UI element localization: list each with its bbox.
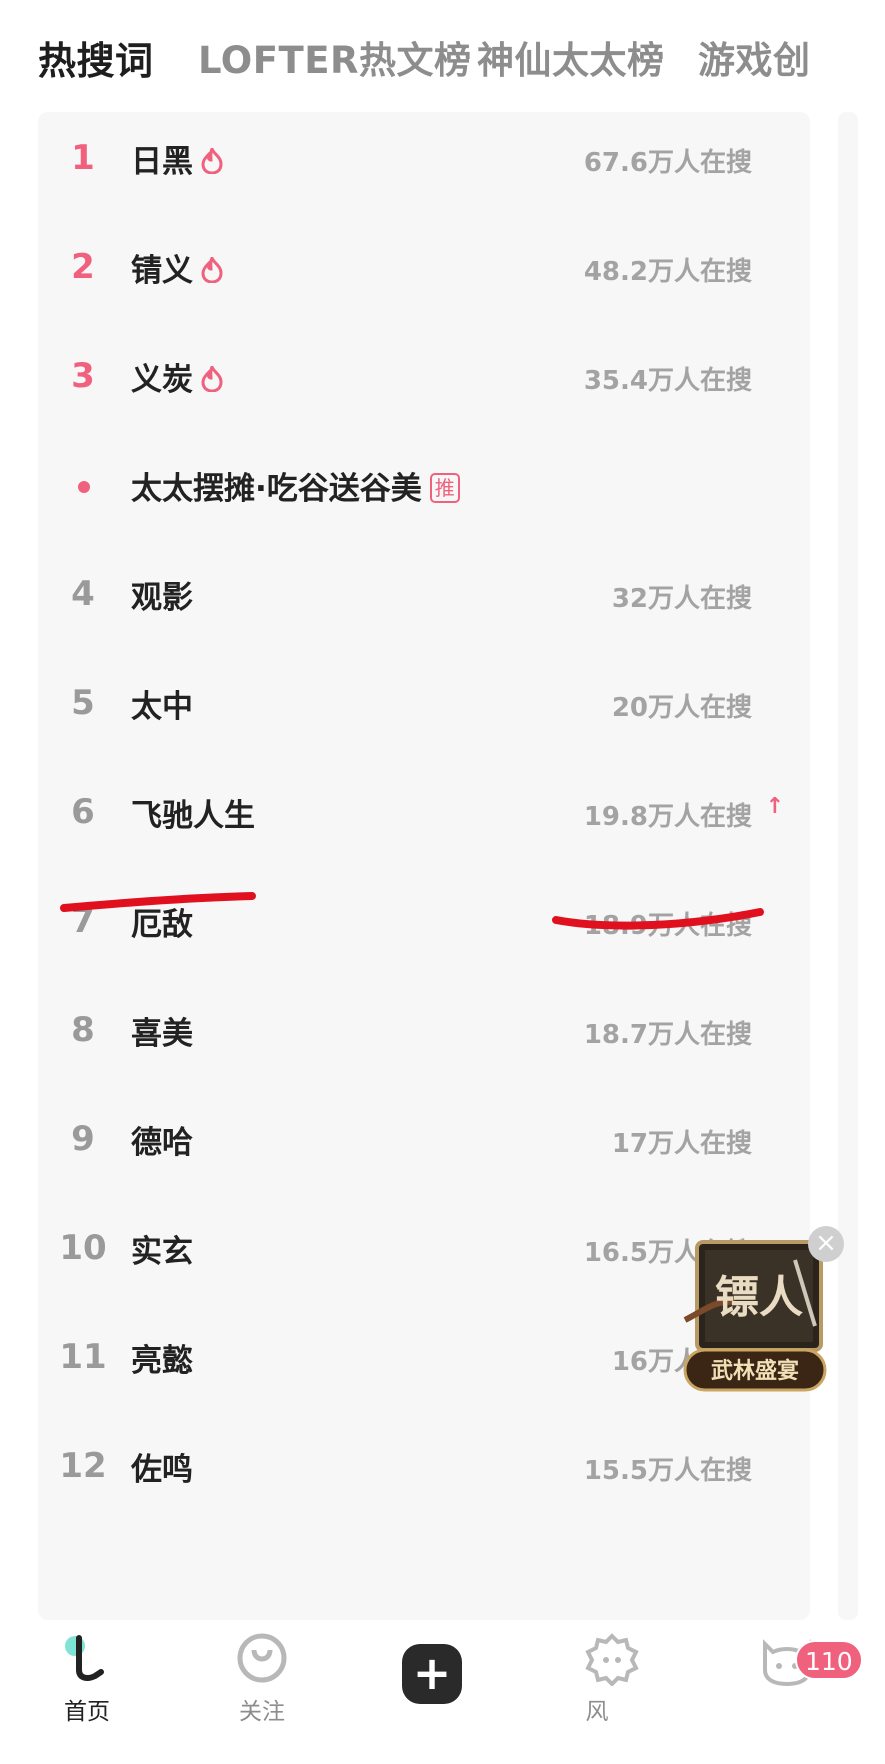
bottom-nav: 首页 关注 + 风 110 [0, 1620, 885, 1764]
close-icon[interactable]: × [808, 1226, 844, 1262]
search-count: 35.4万人在搜 [583, 366, 752, 396]
svg-text:武林盛宴: 武林盛宴 [711, 1358, 799, 1384]
search-term: 实玄 [131, 1234, 193, 1270]
notification-badge: 110 [795, 1640, 863, 1680]
search-count: 15.5万人在搜 [583, 1456, 752, 1486]
list-item[interactable]: 2 锖义 48.2万人在搜 [38, 221, 810, 343]
nav-home-label: 首页 [64, 1699, 110, 1725]
follow-icon [237, 1633, 287, 1683]
search-term: 日黑 [131, 136, 223, 181]
search-count: 17万人在搜 [611, 1129, 752, 1159]
home-icon [65, 1635, 104, 1681]
red-underline-annotation-right [552, 908, 764, 930]
list-item[interactable]: 4 观影 32万人在搜 [38, 548, 810, 670]
nav-explore[interactable]: 风 [552, 1630, 672, 1726]
nav-home[interactable]: 首页 [27, 1630, 147, 1726]
rank-number: 1 [71, 138, 95, 178]
search-count: 19.8万人在搜 [583, 802, 752, 832]
search-term: 飞驰人生 [131, 798, 255, 834]
tab-hot-search[interactable]: 热搜词 [38, 30, 154, 85]
search-term: 锖义 [131, 245, 223, 290]
trend-up-icon: ↑ [765, 794, 784, 819]
svg-text:镖人: 镖人 [715, 1272, 803, 1323]
nav-follow-label: 关注 [239, 1699, 285, 1725]
search-term: 喜美 [131, 1016, 193, 1052]
rank-number: 6 [71, 792, 95, 832]
list-item[interactable]: 6 飞驰人生 19.8万人在搜 ↑ [38, 766, 810, 888]
rank-number: 11 [59, 1337, 107, 1377]
rank-number: 2 [71, 247, 95, 287]
tab-game-creation[interactable]: 游戏创 [698, 30, 811, 84]
tab-shenxian-taitai[interactable]: 神仙太太榜 [477, 30, 665, 84]
recommend-tag: 推 [429, 472, 460, 503]
floating-promo-banner[interactable]: 镖人 武林盛宴 [675, 1230, 835, 1400]
nav-follow[interactable]: 关注 [202, 1630, 322, 1726]
fire-icon [201, 256, 223, 283]
fire-icon [201, 365, 223, 392]
search-count: 20万人在搜 [611, 693, 752, 723]
red-underline-annotation-left [60, 892, 256, 912]
rank-number: 9 [71, 1119, 95, 1159]
search-term: 太太摆摊·吃谷送谷美推 [131, 463, 460, 508]
fire-icon [201, 147, 223, 174]
promo-artwork-icon: 镖人 武林盛宴 [683, 1240, 827, 1392]
list-item[interactable]: 8 喜美 18.7万人在搜 [38, 984, 810, 1106]
rank-number: 10 [59, 1228, 107, 1268]
search-count: 32万人在搜 [611, 584, 752, 614]
search-count: 18.7万人在搜 [583, 1020, 752, 1050]
rank-number: 5 [71, 683, 95, 723]
rank-number: 3 [71, 356, 95, 396]
top-tab-bar: 热搜词 LOFTER热文榜 神仙太太榜 游戏创 [0, 0, 885, 112]
search-term: 德哈 [131, 1125, 193, 1161]
search-term: 亮懿 [131, 1343, 193, 1379]
explore-icon [585, 1633, 639, 1686]
rank-number: 8 [71, 1010, 95, 1050]
next-page-edge [838, 112, 858, 1620]
list-item[interactable]: 5 太中 20万人在搜 [38, 657, 810, 779]
rank-number: 4 [71, 574, 95, 614]
promoted-dot-icon [78, 481, 90, 493]
list-item[interactable]: 9 德哈 17万人在搜 [38, 1093, 810, 1215]
search-term: 太中 [131, 689, 193, 725]
create-post-button[interactable]: + [402, 1644, 462, 1704]
search-count: 48.2万人在搜 [583, 257, 752, 287]
search-term: 佐鸣 [131, 1452, 193, 1488]
search-term: 义炭 [131, 354, 223, 399]
list-item[interactable]: 1 日黑 67.6万人在搜 [38, 112, 810, 234]
rank-number: 12 [59, 1446, 107, 1486]
search-count: 67.6万人在搜 [583, 148, 752, 178]
list-item[interactable]: 12 佐鸣 15.5万人在搜 [38, 1420, 810, 1542]
nav-explore-label: 风 [585, 1699, 609, 1725]
search-term: 观影 [131, 580, 193, 616]
list-item[interactable]: 3 义炭 35.4万人在搜 [38, 330, 810, 452]
tab-lofter-hot-articles[interactable]: LOFTER热文榜 [198, 30, 472, 84]
list-item-promoted[interactable]: 太太摆摊·吃谷送谷美推 [38, 439, 810, 561]
